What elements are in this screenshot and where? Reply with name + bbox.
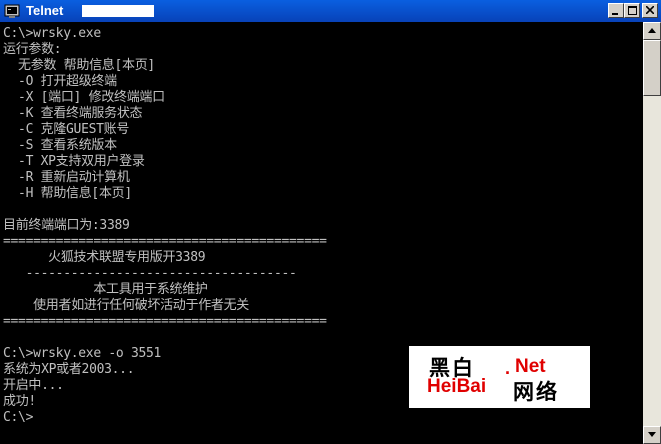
console-line: ========================================…: [3, 234, 327, 249]
watermark-net: Net: [515, 356, 546, 377]
console-line: 无参数 帮助信息[本页]: [3, 58, 155, 73]
telnet-window: Telnet C:\>wrsky.exe 运行参数: 无参数 帮助信息[本页] …: [0, 0, 661, 444]
console-line: -S 查看系统版本: [3, 138, 117, 153]
close-icon: [646, 6, 654, 14]
minimize-button[interactable]: [608, 3, 624, 18]
console-line: 开启中...: [3, 378, 64, 393]
terminal-icon: [4, 3, 20, 19]
console-line: 使用者如进行任何破坏活动于作者无关: [3, 298, 250, 313]
watermark-dot: .: [505, 358, 511, 378]
title-redaction-box: [82, 5, 154, 17]
vertical-scrollbar[interactable]: [643, 22, 661, 444]
console-line: C:\>: [3, 410, 34, 425]
window-title: Telnet: [26, 3, 64, 18]
console-line: 系统为XP或者2003...: [3, 362, 135, 377]
heibai-watermark-logo: 黑白 . Net HeiBai 网络: [409, 346, 590, 408]
close-button[interactable]: [642, 3, 658, 18]
console-line: ------------------------------------: [3, 266, 297, 281]
console-line: 本工具用于系统维护: [3, 282, 208, 297]
console-line: -K 查看终端服务状态: [3, 106, 143, 121]
console-line: C:\>wrsky.exe -o 3551: [3, 346, 162, 361]
minimize-icon: [612, 13, 618, 15]
console-line: 运行参数:: [3, 42, 62, 57]
console-line: -O 打开超级终端: [3, 74, 117, 89]
title-bar[interactable]: Telnet: [0, 0, 661, 22]
scroll-down-button[interactable]: [643, 426, 661, 444]
console-line: -T XP支持双用户登录: [3, 154, 145, 169]
arrow-down-icon: [648, 432, 656, 437]
watermark-en: HeiBai: [427, 376, 487, 397]
maximize-icon: [627, 6, 637, 15]
console-line: 火狐技术联盟专用版开3389: [3, 250, 206, 265]
console-line: ========================================…: [3, 314, 327, 329]
console-line: -H 帮助信息[本页]: [3, 186, 132, 201]
console-line: -C 克隆GUEST账号: [3, 122, 130, 137]
console-line: 成功!: [3, 394, 36, 409]
arrow-up-icon: [648, 28, 656, 33]
console-line: -R 重新启动计算机: [3, 170, 130, 185]
console-line: C:\>wrsky.exe: [3, 26, 101, 41]
maximize-button[interactable]: [624, 3, 640, 18]
scroll-thumb[interactable]: [643, 40, 661, 96]
watermark-cn-bottom: 网络: [513, 380, 559, 404]
scroll-up-button[interactable]: [643, 22, 661, 40]
console-line: 目前终端端口为:3389: [3, 218, 130, 233]
console-line: -X [端口] 修改终端端口: [3, 90, 165, 105]
